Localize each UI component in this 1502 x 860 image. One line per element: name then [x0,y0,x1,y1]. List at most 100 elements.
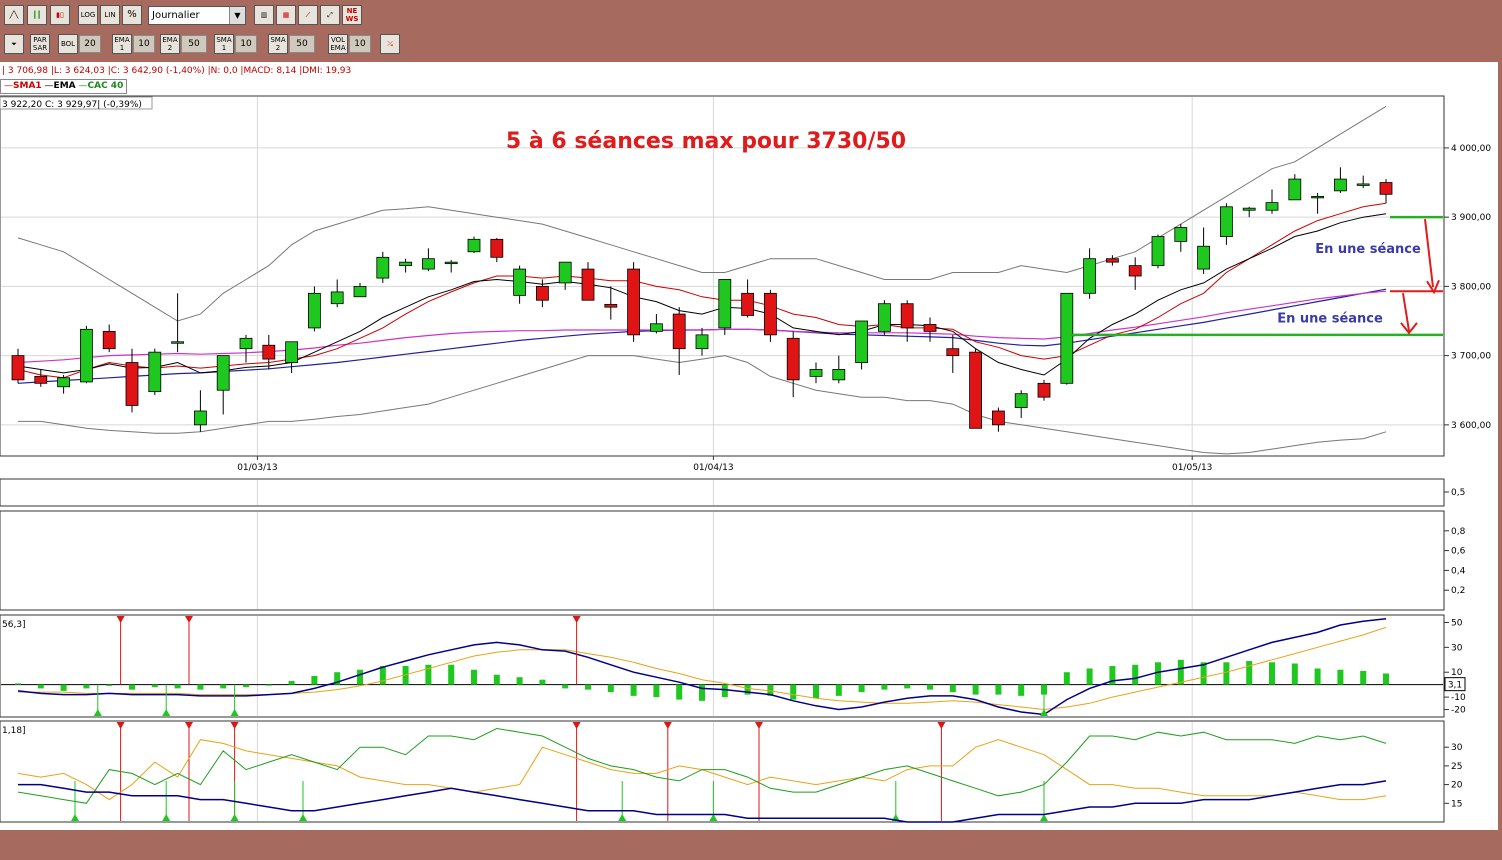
candle-body-up [695,334,709,350]
macd-histogram-bar [174,684,181,689]
macd-histogram-bar [858,684,865,693]
indicator-settings-button[interactable]: ⤯ [380,34,400,54]
macd-histogram-bar [60,684,67,691]
macd-histogram-bar [37,684,44,689]
drawing-button[interactable]: ⟋ [298,5,318,25]
candle-body-down [604,303,618,308]
candle-body-down [946,348,960,357]
macd-histogram-bar [630,684,637,696]
empty-panel-2: 0,8 0,6 0,4 0,2 [0,510,1466,611]
news-button[interactable]: NE WS [342,5,362,25]
dmi-panel: 1,18] 30 25 20 15 [0,720,1463,823]
log-scale-button[interactable]: LOG [78,5,98,25]
macd-histogram-bar [151,684,158,688]
candle-body-up [1220,206,1233,237]
macd-histogram-bar [813,684,819,699]
macd-histogram-bar [265,684,272,686]
ema1-period-input[interactable]: 10 [133,35,155,53]
candle-body-up [558,261,572,284]
zoom-button[interactable]: ⤢ [320,5,340,25]
candle [1037,379,1051,401]
candle-body-up [307,292,321,329]
macd-histogram-bar [927,684,933,690]
ema2-period-input[interactable]: 50 [181,35,207,53]
macd-histogram-bar [83,684,90,689]
date-tick-label: 01/05/13 [1172,463,1212,473]
candle-body-up [718,279,732,329]
linear-scale-button[interactable]: LIN [100,5,120,25]
chart-compare-icon: ▥ [260,11,268,19]
sma2-period-input[interactable]: 50 [289,35,315,53]
candle-body-up [1356,183,1370,186]
macd-histogram-bar [1177,659,1184,685]
macd-tick-label: 10 [1451,668,1463,678]
parsar-button[interactable]: PAR SAR [30,34,50,54]
macd-histogram-bar [995,684,1002,695]
line-chart-button[interactable]: ╱╲ [4,5,24,25]
macd-histogram-bar [539,679,546,685]
macd-histogram-bar [676,684,683,700]
candle [80,325,93,384]
candle-body-down [125,362,139,406]
ema1-button[interactable]: EMA 1 [112,34,132,54]
macd-histogram-bar [653,684,660,698]
macd-histogram-bar [471,669,477,685]
percent-scale-button[interactable]: % [122,5,142,25]
macd-histogram-bar [1223,662,1230,685]
volume-funnel-button[interactable]: ⏷ [4,34,24,54]
bollinger-button[interactable]: BOL [58,34,78,54]
macd-histogram-bar [881,684,888,690]
sma1-button[interactable]: SMA 1 [214,34,234,54]
candle-body-down [1379,182,1393,195]
candle-body-down [969,351,982,429]
period-select-value: Journalier [152,10,200,21]
candle-body-up [80,328,93,383]
candle-body-up [193,410,207,426]
panel1-tick-label: 0,5 [1451,488,1465,498]
bollinger-period-input[interactable]: 20 [79,35,101,53]
candle [718,279,732,335]
sma1-period-input[interactable]: 10 [235,35,257,53]
candle-body-up [171,341,185,344]
candle-chart-icon: ▮▯ [56,11,64,19]
candle-body-down [1037,382,1051,398]
candle [1151,234,1165,269]
candle-body-down [672,313,686,350]
candle-chart-button[interactable]: ▮▯ [50,5,70,25]
chart-title: 5 à 6 séances max pour 3730/50 [506,129,906,154]
macd-tick-label: 50 [1451,618,1463,628]
ema2-button[interactable]: EMA 2 [160,34,180,54]
macd-histogram-bar [516,677,523,685]
candle-body-down [490,238,504,258]
macd-histogram-bar [904,684,911,689]
candle-body-up [1242,207,1256,211]
bar-chart-button[interactable]: ┃┃ [27,5,47,25]
empty-panel-1: 0,5 [0,478,1465,507]
macd-histogram-bar [562,684,569,689]
candle [1060,292,1074,385]
empty-panel-2-frame [0,510,1445,611]
sma2-button[interactable]: SMA 2 [268,34,288,54]
dmi-param: 1,18] [2,726,26,736]
candle-body-up [1174,227,1188,242]
macd-histogram-bar [835,684,842,696]
compare-button[interactable]: ▥ [254,5,274,25]
volume-ema-button[interactable]: VOL EMA [328,34,348,54]
candle-body-up [809,369,823,377]
period-select[interactable]: Journalier ▼ [148,6,246,25]
macd-histogram-bar [721,684,728,698]
candle-body-up [1014,393,1028,408]
dmi-tick-label: 15 [1451,799,1462,809]
macd-param: 56,3] [2,620,26,630]
date-tick-label: 01/03/13 [237,463,277,473]
date-axis: 01/03/13 01/04/13 01/05/13 [237,456,1212,473]
volume-ema-period-input[interactable]: 10 [349,35,371,53]
candle-body-down [900,303,914,329]
palette-button[interactable]: ▦ [276,5,296,25]
candle-body-up [1151,236,1165,267]
macd-histogram-bar [585,684,591,690]
candle-body-down [1128,265,1142,277]
price-tick-label: 3 600,00 [1451,421,1491,431]
candle [855,320,868,370]
price-tick-label: 3 800,00 [1451,282,1491,292]
